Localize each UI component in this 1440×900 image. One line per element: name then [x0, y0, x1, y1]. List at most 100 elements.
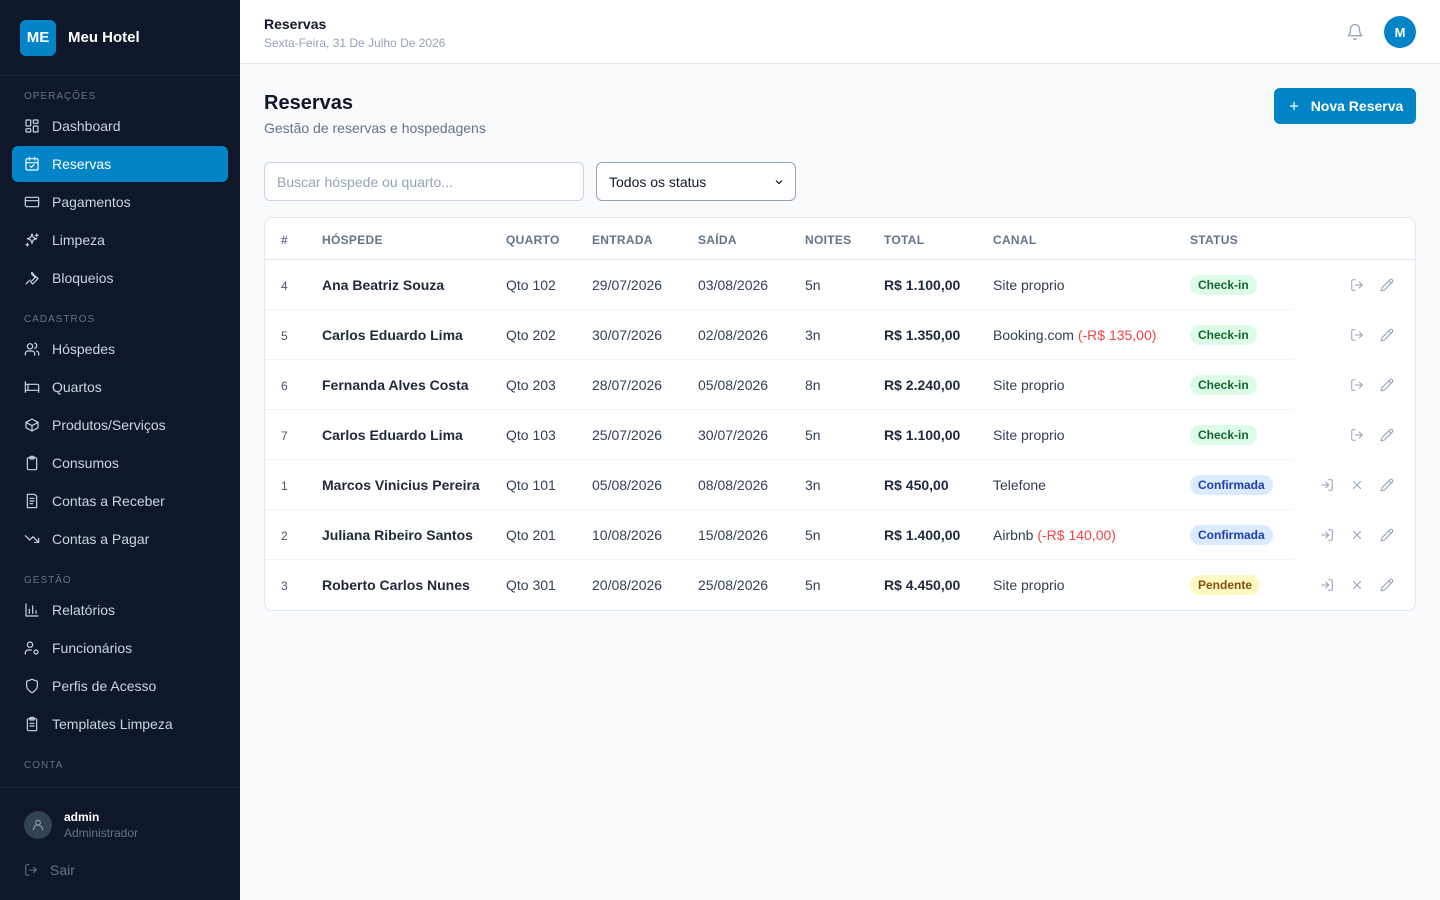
sidebar-item-label: Quartos [52, 379, 102, 395]
brand[interactable]: ME Meu Hotel [0, 0, 240, 76]
cell-id: 3 [281, 579, 288, 593]
table-row[interactable]: 6 Fernanda Alves Costa Qto 203 28/07/202… [265, 360, 1293, 410]
cell-checkin: 20/08/2026 [592, 577, 663, 593]
new-reservation-button[interactable]: Nova Reserva [1274, 88, 1416, 124]
edit-icon[interactable] [1380, 328, 1394, 342]
table-row[interactable]: 5 Carlos Eduardo Lima Qto 202 30/07/2026… [265, 310, 1293, 360]
bell-icon[interactable] [1346, 23, 1364, 41]
logout-button[interactable]: Sair [24, 862, 75, 878]
status-filter-select[interactable]: Todos os status [596, 162, 796, 201]
channel-name: Site proprio [993, 377, 1065, 393]
logout-label: Sair [50, 862, 75, 878]
cell-checkout: 30/07/2026 [698, 427, 769, 443]
sidebar-item-contas-pagar[interactable]: Contas a Pagar [12, 521, 228, 557]
cell-id: 4 [281, 279, 288, 293]
cell-id: 6 [281, 379, 288, 393]
cell-nights: 5n [805, 527, 821, 543]
cell-guest: Juliana Ribeiro Santos [322, 527, 473, 543]
topbar: Reservas Sexta-Feira, 31 De Julho De 202… [240, 0, 1440, 64]
edit-icon[interactable] [1380, 478, 1394, 492]
cell-id: 2 [281, 529, 288, 543]
edit-icon[interactable] [1380, 528, 1394, 542]
sidebar-item-perfis-acesso[interactable]: Perfis de Acesso [12, 668, 228, 704]
sidebar-item-label: Produtos/Serviços [52, 417, 166, 433]
clipboard-icon [24, 455, 40, 471]
cell-checkout: 05/08/2026 [698, 377, 769, 393]
sidebar-item-label: Dashboard [52, 118, 121, 134]
sidebar-item-dashboard[interactable]: Dashboard [12, 108, 228, 144]
table-row[interactable]: 2 Juliana Ribeiro Santos Qto 201 10/08/2… [265, 510, 1293, 560]
sidebar-item-label: Reservas [52, 156, 112, 172]
sidebar-item-templates-limpeza[interactable]: Templates Limpeza [12, 706, 228, 742]
edit-icon[interactable] [1380, 378, 1394, 392]
sidebar: ME Meu Hotel OPERAÇÕES Dashboard Reserva… [0, 0, 240, 900]
sidebar-item-consumos[interactable]: Consumos [12, 445, 228, 481]
plus-icon [1289, 101, 1298, 111]
sidebar-item-relatorios[interactable]: Relatórios [12, 592, 228, 628]
sidebar-item-label: Consumos [52, 455, 119, 471]
cell-nights: 3n [805, 327, 821, 343]
cell-checkout: 02/08/2026 [698, 327, 769, 343]
topbar-date: Sexta-Feira, 31 De Julho De 2026 [264, 36, 446, 50]
table-row[interactable]: 7 Carlos Eduardo Lima Qto 103 25/07/2026… [265, 410, 1293, 460]
reservations-table: # HÓSPEDE QUARTO ENTRADA SAÍDA NOITES TO… [264, 217, 1416, 611]
sidebar-item-quartos[interactable]: Quartos [12, 369, 228, 405]
user-cog-icon [24, 640, 40, 656]
sidebar-item-reservas[interactable]: Reservas [12, 146, 228, 182]
sidebar-item-hospedes[interactable]: Hóspedes [12, 331, 228, 367]
channel-name: Airbnb [993, 527, 1034, 543]
checkin-icon[interactable] [1320, 478, 1334, 492]
cell-channel: Booking.com (-R$ 135,00) [993, 327, 1156, 343]
sidebar-item-produtos-servicos[interactable]: Produtos/Serviços [12, 407, 228, 443]
section-label-conta: CONTA [24, 760, 64, 771]
cell-checkin: 05/08/2026 [592, 477, 663, 493]
cell-room: Qto 301 [506, 577, 556, 593]
sidebar-item-label: Funcionários [52, 640, 133, 656]
wrench-icon [24, 270, 40, 286]
user-profile[interactable]: admin Administrador [24, 810, 138, 840]
sidebar-item-bloqueios[interactable]: Bloqueios [12, 260, 228, 296]
edit-icon[interactable] [1380, 578, 1394, 592]
checkin-icon[interactable] [1320, 578, 1334, 592]
cell-checkout: 03/08/2026 [698, 277, 769, 293]
cell-checkout: 15/08/2026 [698, 527, 769, 543]
user-avatar-button[interactable]: M [1384, 16, 1416, 48]
checkout-icon[interactable] [1350, 378, 1364, 392]
cell-guest: Roberto Carlos Nunes [322, 577, 470, 593]
checkout-icon[interactable] [1350, 328, 1364, 342]
receipt-icon [24, 493, 40, 509]
sidebar-item-funcionarios[interactable]: Funcionários [12, 630, 228, 666]
column-header-room: QUARTO [506, 233, 560, 247]
clipboard-list-icon [24, 716, 40, 732]
table-row[interactable]: 1 Marcos Vinicius Pereira Qto 101 05/08/… [265, 460, 1293, 510]
checkout-icon[interactable] [1350, 278, 1364, 292]
cancel-icon[interactable] [1350, 478, 1364, 492]
edit-icon[interactable] [1380, 278, 1394, 292]
new-reservation-label: Nova Reserva [1310, 98, 1404, 114]
checkout-icon[interactable] [1350, 428, 1364, 442]
cell-id: 7 [281, 429, 288, 443]
table-row[interactable]: 3 Roberto Carlos Nunes Qto 301 20/08/202… [265, 560, 1293, 610]
column-header-nights: NOITES [805, 233, 852, 247]
cell-guest: Marcos Vinicius Pereira [322, 477, 480, 493]
search-input[interactable] [264, 162, 584, 201]
status-badge: Check-in [1190, 275, 1257, 295]
cell-total: R$ 2.240,00 [884, 377, 961, 393]
sidebar-item-pagamentos[interactable]: Pagamentos [12, 184, 228, 220]
cancel-icon[interactable] [1350, 528, 1364, 542]
users-icon [24, 341, 40, 357]
cell-nights: 5n [805, 577, 821, 593]
bar-chart-icon [24, 602, 40, 618]
edit-icon[interactable] [1380, 428, 1394, 442]
sidebar-item-limpeza[interactable]: Limpeza [12, 222, 228, 258]
status-badge: Confirmada [1190, 475, 1273, 495]
chevron-down-icon [775, 179, 783, 184]
cell-room: Qto 101 [506, 477, 556, 493]
sidebar-item-contas-receber[interactable]: Contas a Receber [12, 483, 228, 519]
sidebar-item-label: Limpeza [52, 232, 105, 248]
trending-down-icon [24, 531, 40, 547]
channel-name: Site proprio [993, 277, 1065, 293]
table-row[interactable]: 4 Ana Beatriz Souza Qto 102 29/07/2026 0… [265, 260, 1293, 310]
cancel-icon[interactable] [1350, 578, 1364, 592]
checkin-icon[interactable] [1320, 528, 1334, 542]
